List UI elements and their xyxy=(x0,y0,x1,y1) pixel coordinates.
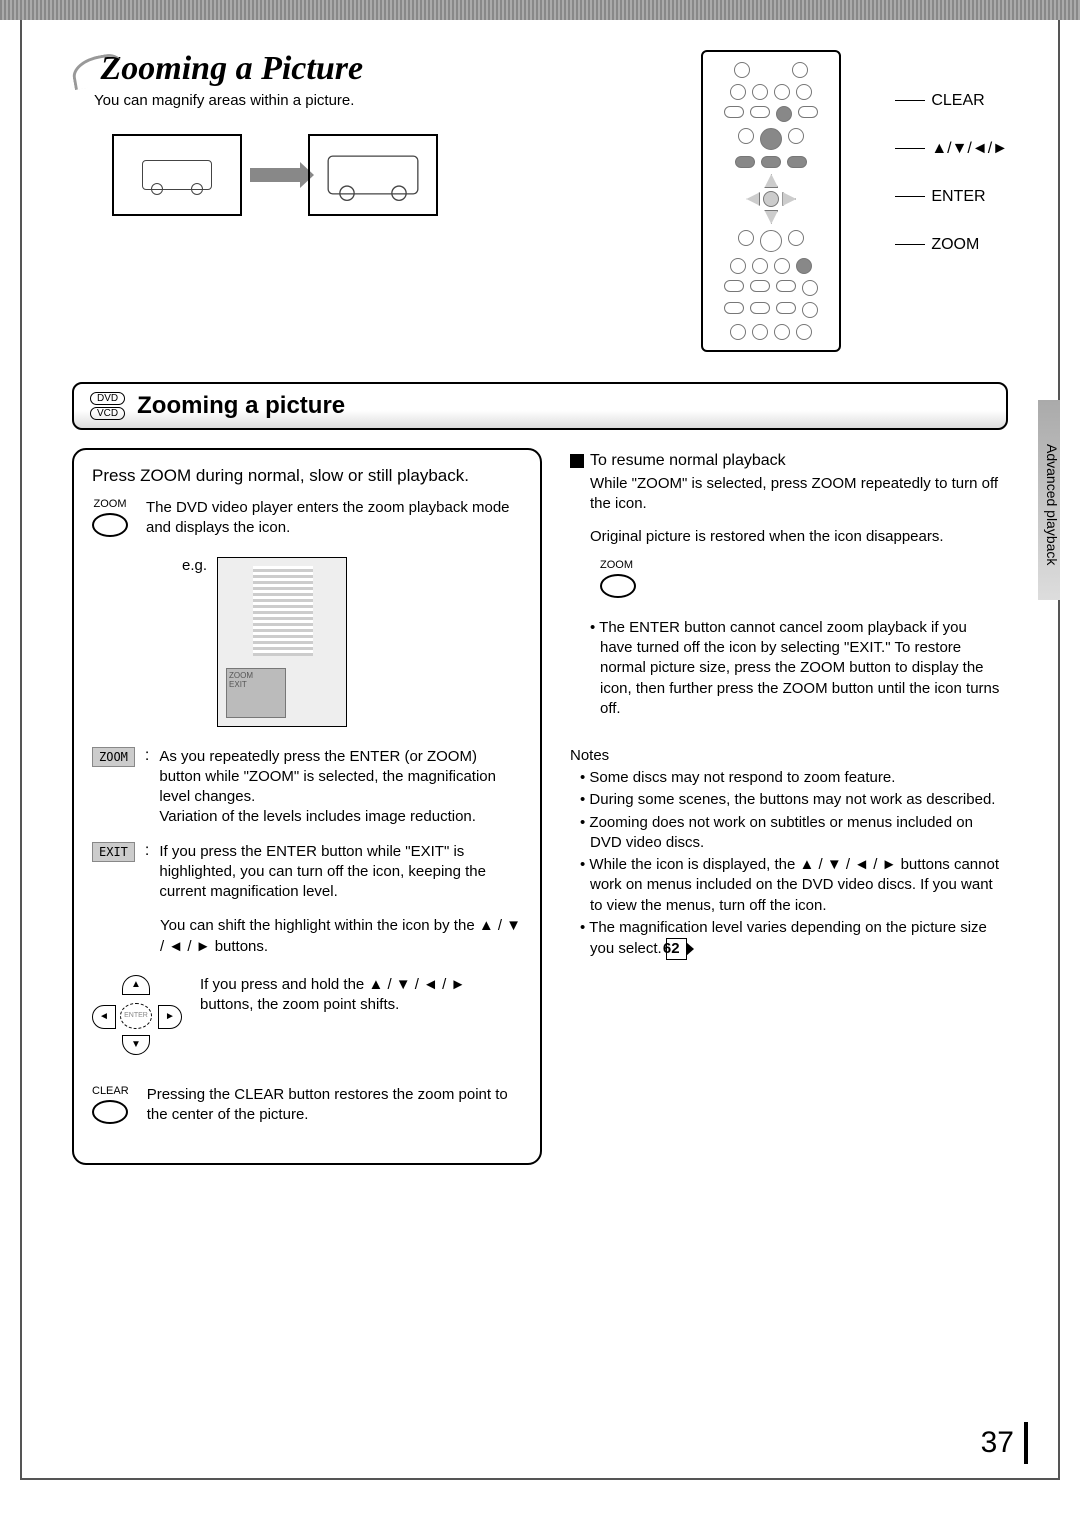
notes-heading: Notes xyxy=(570,747,1000,764)
page-title: Zooming a Picture xyxy=(72,50,701,88)
note-item: • The magnification level varies dependi… xyxy=(580,918,1000,961)
example-screen: ZOOMEXIT xyxy=(217,557,347,727)
exit-tag-desc: If you press the ENTER button while "EXI… xyxy=(159,842,522,903)
hold-desc: If you press and hold the ▲ / ▼ / ◄ / ► … xyxy=(200,975,522,1016)
oval-button-icon xyxy=(92,1100,128,1124)
shift-desc: You can shift the highlight within the i… xyxy=(160,916,522,957)
note-item: • While the icon is displayed, the ▲ / ▼… xyxy=(580,855,1000,916)
resume-heading: To resume normal playback xyxy=(570,452,1000,470)
remote-diagram-wrap: CLEAR ▲/▼/◄/► ENTER ZOOM xyxy=(701,50,1008,352)
dpad-graphic: ▲ ▼ ◄ ► ENTER xyxy=(92,975,182,1055)
remote-callouts: CLEAR ▲/▼/◄/► ENTER ZOOM xyxy=(895,50,1008,254)
zoom-tag: ZOOM xyxy=(92,747,135,767)
page-ref: 62 xyxy=(666,938,687,960)
page-subtitle: You can magnify areas within a picture. xyxy=(94,92,701,109)
zoom-button-graphic: ZOOM xyxy=(92,498,128,537)
left-panel: Press ZOOM during normal, slow or still … xyxy=(72,448,542,1165)
clear-button-graphic: CLEAR xyxy=(92,1085,129,1124)
zoom-button-icon xyxy=(796,258,812,274)
step-intro: Press ZOOM during normal, slow or still … xyxy=(92,466,522,486)
badge-vcd: VCD xyxy=(90,407,125,420)
page-frame: Zooming a Picture You can magnify areas … xyxy=(20,20,1060,1480)
title-text: Zooming a Picture xyxy=(101,50,364,87)
note-item: • During some scenes, the buttons may no… xyxy=(580,790,1000,810)
scan-border xyxy=(0,0,1080,20)
callout-dpad: ▲/▼/◄/► xyxy=(931,140,1008,157)
section-header: DVD VCD Zooming a picture xyxy=(72,382,1008,430)
badge-dvd: DVD xyxy=(90,392,125,405)
callout-zoom: ZOOM xyxy=(931,236,979,253)
resume-heading-text: To resume normal playback xyxy=(590,452,786,470)
clear-btn-label: CLEAR xyxy=(92,1085,129,1097)
clear-desc: Pressing the CLEAR button restores the z… xyxy=(147,1085,522,1126)
callout-enter: ENTER xyxy=(931,188,985,205)
clear-button-icon xyxy=(776,106,792,122)
remote-diagram xyxy=(701,50,841,352)
resume-p1: While "ZOOM" is selected, press ZOOM rep… xyxy=(590,474,1000,515)
callout-clear: CLEAR xyxy=(931,92,984,109)
zoom-illustration xyxy=(112,134,701,216)
illus-after xyxy=(308,134,438,216)
note-item: • Zooming does not work on subtitles or … xyxy=(580,813,1000,854)
oval-button-icon xyxy=(600,574,636,598)
disc-badges: DVD VCD xyxy=(90,392,125,420)
dpad-icon xyxy=(746,174,796,224)
side-tab: Advanced playback xyxy=(1038,400,1060,600)
exit-tag: EXIT xyxy=(92,842,135,862)
resume-p2: Original picture is restored when the ic… xyxy=(590,527,1000,547)
arrow-icon xyxy=(250,168,300,182)
note-item: • Some discs may not respond to zoom fea… xyxy=(580,768,1000,788)
enter-note: • The ENTER button cannot cancel zoom pl… xyxy=(590,618,1000,719)
oval-button-icon xyxy=(92,513,128,537)
zoom-button-graphic-r: ZOOM xyxy=(600,559,1000,598)
section-title: Zooming a picture xyxy=(137,392,345,420)
zoom-btn-label-r: ZOOM xyxy=(600,559,633,571)
illus-before xyxy=(112,134,242,216)
square-bullet-icon xyxy=(570,454,584,468)
zoom-btn-label: ZOOM xyxy=(94,498,127,510)
eg-label: e.g. xyxy=(182,557,207,574)
right-panel: To resume normal playback While "ZOOM" i… xyxy=(562,448,1008,1165)
zoom-desc: The DVD video player enters the zoom pla… xyxy=(146,498,522,539)
zoom-tag-desc: As you repeatedly press the ENTER (or ZO… xyxy=(159,747,522,828)
page-number: 37 xyxy=(981,1422,1028,1464)
